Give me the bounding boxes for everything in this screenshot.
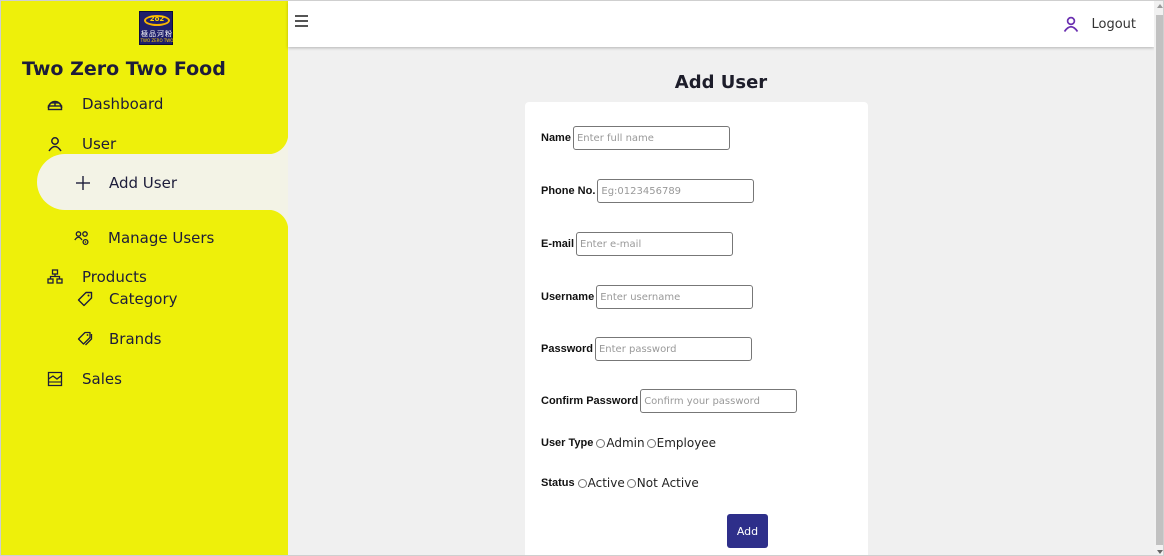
username-input[interactable] <box>596 285 754 309</box>
phone-input[interactable] <box>597 179 755 203</box>
sidebar-item-label: Brands <box>109 330 162 348</box>
sidebar-item-dashboard[interactable]: Dashboard <box>47 95 163 113</box>
sidebar-item-category[interactable]: Category <box>77 290 178 308</box>
user-type-admin-label[interactable]: Admin <box>606 436 644 450</box>
status-group: Status Active Not Active <box>541 476 701 490</box>
sidebar-item-sales[interactable]: Sales <box>47 370 122 388</box>
logout-button[interactable]: Logout <box>1063 16 1136 32</box>
tags-icon <box>77 331 93 347</box>
top-bar: Logout <box>288 1 1154 47</box>
user-type-group: User Type Admin Employee <box>541 436 718 450</box>
confirm-password-label: Confirm Password <box>541 395 639 407</box>
sidebar-item-products[interactable]: Products <box>47 268 147 286</box>
sidebar: 2o2 極品河粉 TWO ZERO TWO Two Zero Two Food … <box>1 1 288 555</box>
sidebar-item-add-user[interactable]: Add User <box>75 174 177 192</box>
brand-name: Two Zero Two Food <box>22 58 226 80</box>
email-label: E-mail <box>541 238 575 250</box>
logout-label: Logout <box>1091 16 1136 32</box>
password-label: Password <box>541 343 593 355</box>
username-label: Username <box>541 291 595 303</box>
sidebar-item-label: Products <box>82 268 147 286</box>
user-type-employee-label[interactable]: Employee <box>657 436 716 450</box>
status-not-active-radio[interactable] <box>626 479 636 488</box>
email-input[interactable] <box>576 232 734 256</box>
status-active-radio[interactable] <box>577 479 587 488</box>
sidebar-item-manage-users[interactable]: Manage Users <box>74 229 214 247</box>
scroll-down-icon[interactable] <box>1157 550 1163 554</box>
sidebar-item-brands[interactable]: Brands <box>77 330 162 348</box>
plus-icon <box>75 175 91 191</box>
phone-label: Phone No. <box>541 185 596 197</box>
password-field: Password <box>541 337 752 361</box>
sidebar-item-label: Category <box>109 290 178 308</box>
page-scrollbar[interactable] <box>1154 1 1163 555</box>
user-type-admin-radio[interactable] <box>596 439 606 448</box>
user-type-employee-radio[interactable] <box>646 439 656 448</box>
email-field: E-mail <box>541 232 734 256</box>
brand-logo[interactable]: 2o2 極品河粉 TWO ZERO TWO <box>139 11 173 45</box>
sales-icon <box>47 371 63 387</box>
status-active-label[interactable]: Active <box>588 476 625 490</box>
scroll-up-icon[interactable] <box>1157 4 1163 8</box>
name-label: Name <box>541 132 571 144</box>
sidebar-item-label: Add User <box>109 174 177 192</box>
user-icon <box>1064 16 1079 32</box>
password-input[interactable] <box>594 337 752 361</box>
status-label: Status <box>541 477 575 489</box>
name-input[interactable] <box>572 126 730 150</box>
user-type-label: User Type <box>541 437 594 449</box>
user-icon <box>47 136 63 152</box>
menu-toggle-icon[interactable] <box>295 15 308 27</box>
phone-field: Phone No. <box>541 179 755 203</box>
sidebar-item-label: User <box>82 135 117 153</box>
sidebar-item-label: Manage Users <box>108 229 215 247</box>
logo-text: 2o2 <box>149 15 165 23</box>
add-user-button[interactable]: Add <box>727 514 768 548</box>
page-title: Add User <box>674 72 768 93</box>
products-icon <box>47 269 63 285</box>
logo-subtext: TWO ZERO TWO <box>140 38 174 43</box>
tag-icon <box>77 291 93 307</box>
name-field: Name <box>541 126 730 150</box>
sidebar-item-label: Sales <box>82 370 122 388</box>
sidebar-item-user[interactable]: User <box>47 135 116 153</box>
scroll-thumb[interactable] <box>1156 15 1163 545</box>
username-field: Username <box>541 285 754 309</box>
sidebar-item-label: Dashboard <box>82 95 164 113</box>
confirm-password-input[interactable] <box>640 389 798 413</box>
app-window: 2o2 極品河粉 TWO ZERO TWO Two Zero Two Food … <box>0 0 1164 556</box>
confirm-password-field: Confirm Password <box>541 389 798 413</box>
status-not-active-label[interactable]: Not Active <box>637 476 699 490</box>
dashboard-icon <box>47 96 63 112</box>
users-gear-icon <box>74 230 90 246</box>
